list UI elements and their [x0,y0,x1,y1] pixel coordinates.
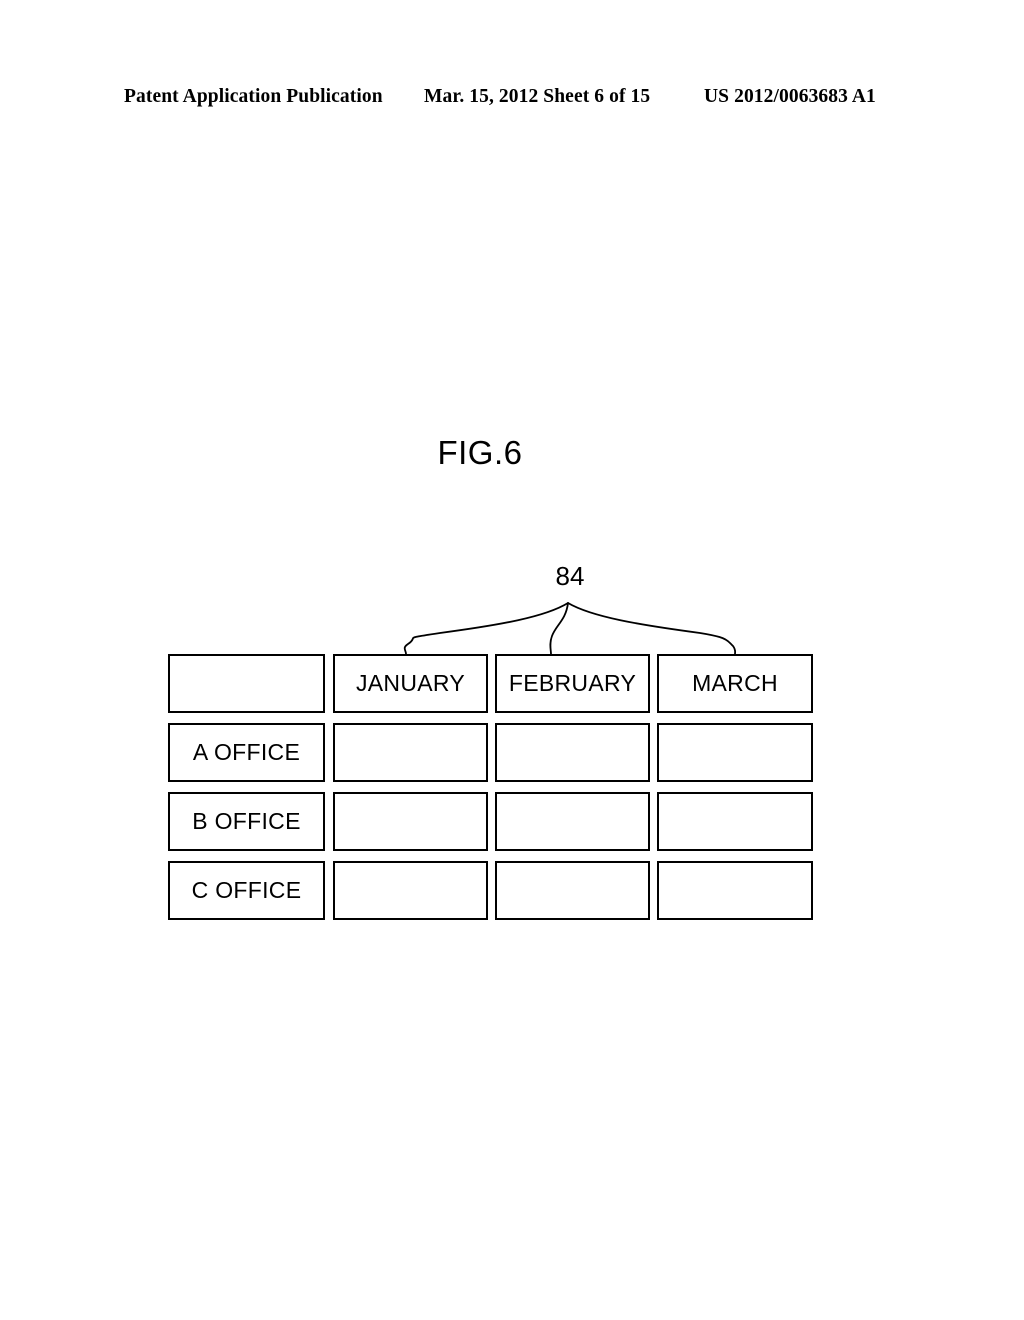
page-header: Patent Application Publication Mar. 15, … [0,86,1024,116]
data-cell-c-march[interactable] [657,861,813,920]
header-cell-february: FEBRUARY [495,654,650,713]
data-cell-b-march[interactable] [657,792,813,851]
figure-title: FIG.6 [0,434,1024,472]
header-date-sheet-label: Mar. 15, 2012 Sheet 6 of 15 [424,86,651,107]
row-label-b-office: B OFFICE [168,792,325,851]
data-cell-c-february[interactable] [495,861,650,920]
header-cell-march: MARCH [657,654,813,713]
row-label-a-office: A OFFICE [168,723,325,782]
data-cell-a-february[interactable] [495,723,650,782]
row-label-c-office: C OFFICE [168,861,325,920]
header-publication-label: Patent Application Publication [124,86,383,107]
reference-numeral-84: 84 [555,561,585,591]
figure-title-text: FIG.6 [437,434,523,471]
data-cell-a-march[interactable] [657,723,813,782]
header-patent-number: US 2012/0063683 A1 [704,86,876,107]
data-cell-a-january[interactable] [333,723,488,782]
data-cell-b-february[interactable] [495,792,650,851]
data-cell-c-january[interactable] [333,861,488,920]
header-cell-corner [168,654,325,713]
data-cell-b-january[interactable] [333,792,488,851]
header-cell-january: JANUARY [333,654,488,713]
